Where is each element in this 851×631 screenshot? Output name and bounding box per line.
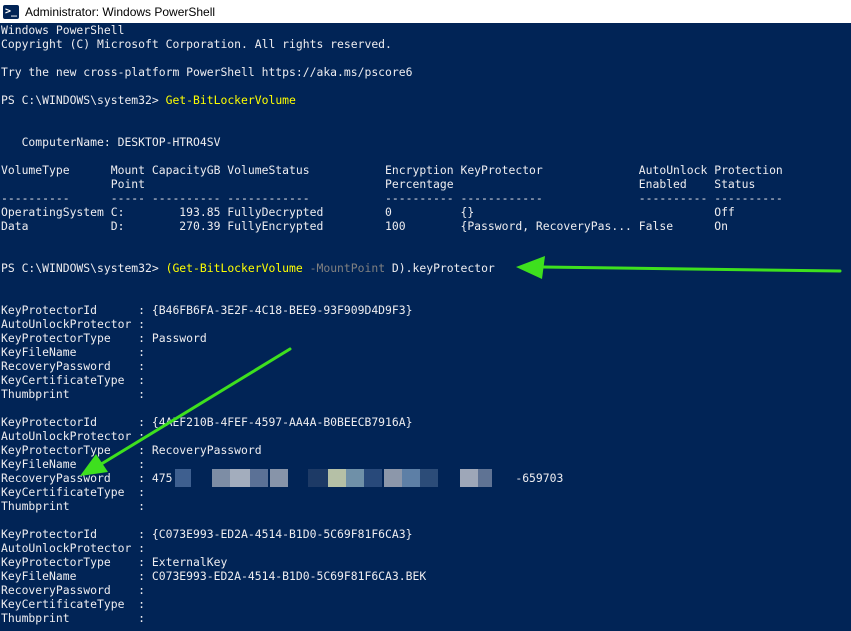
powershell-window: >_ Administrator: Windows PowerShell Win… — [0, 0, 851, 631]
arrow-recovery-password-icon — [80, 347, 292, 476]
arrow-command-icon — [516, 256, 842, 279]
annotation-arrows — [80, 256, 842, 476]
